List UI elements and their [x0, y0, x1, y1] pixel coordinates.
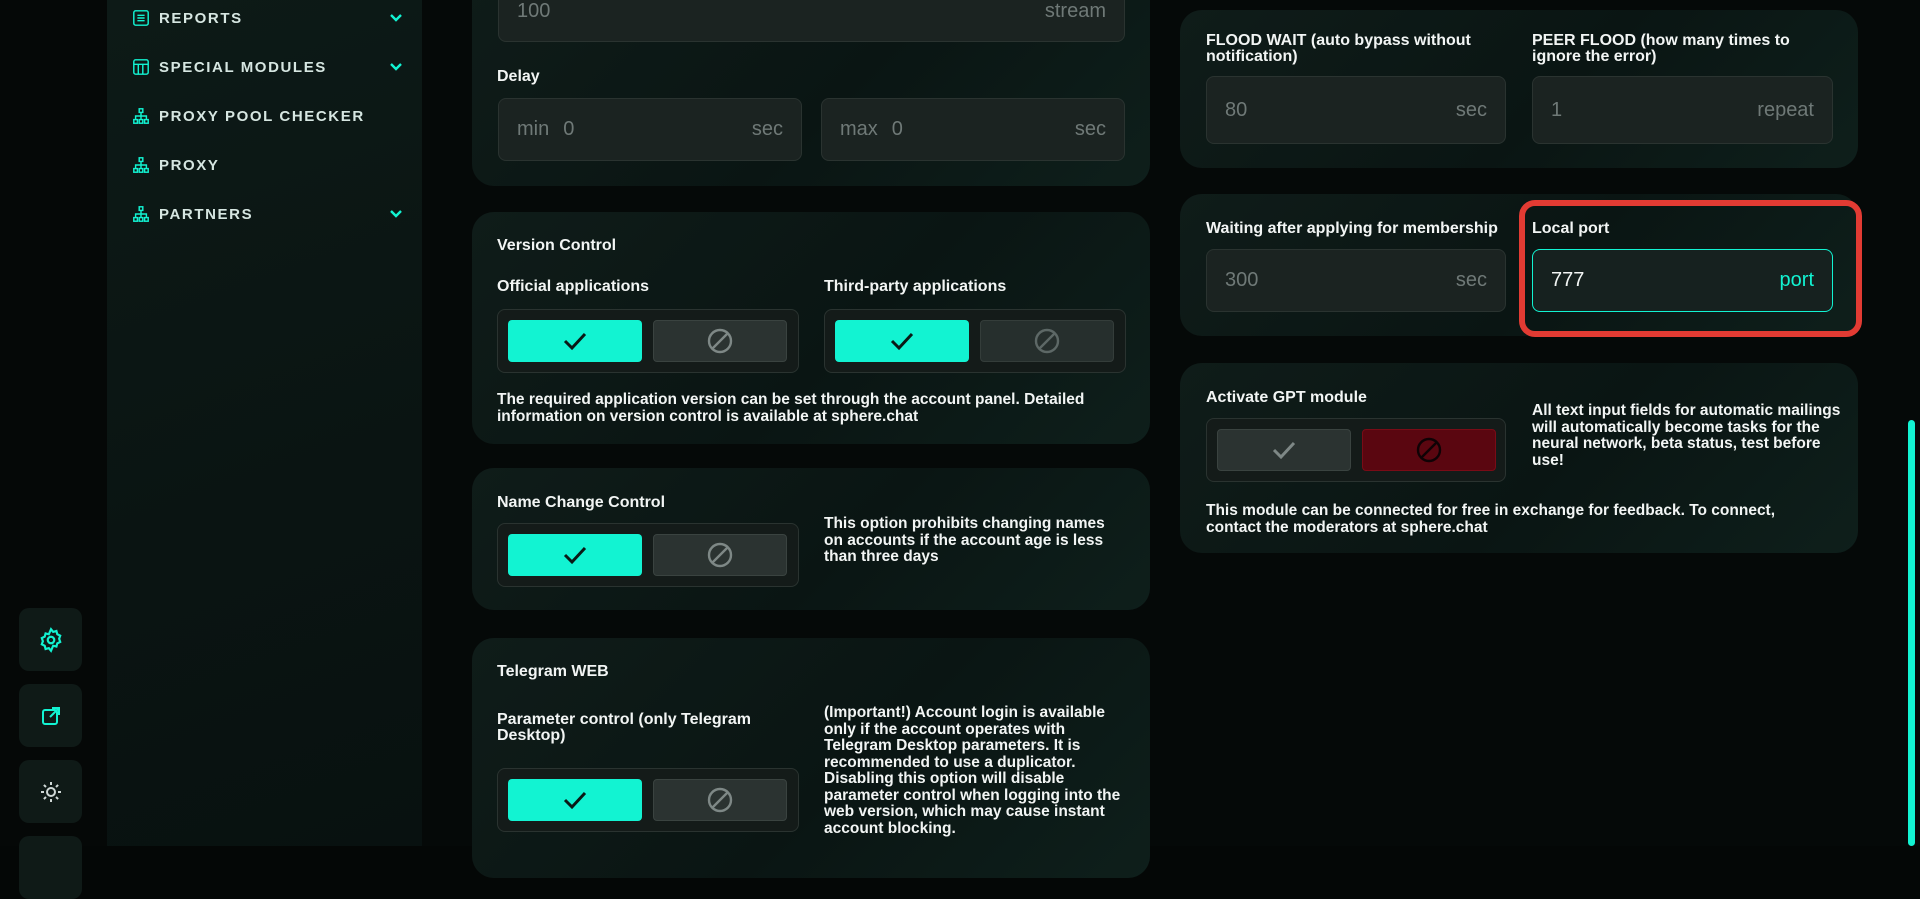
third-party-apps-label: Third-party applications: [824, 278, 1007, 295]
check-icon: [1272, 441, 1296, 460]
sidebar-item-partners[interactable]: PARTNERS: [131, 199, 406, 229]
check-icon: [563, 546, 587, 565]
name-change-toggle: [497, 523, 799, 587]
settings-button[interactable]: [19, 608, 82, 671]
highlight-box: [1519, 200, 1862, 337]
enable-button[interactable]: [508, 534, 642, 576]
check-icon: [890, 332, 914, 351]
sidebar-item-label: PARTNERS: [159, 205, 254, 223]
name-change-title: Name Change Control: [497, 494, 666, 511]
disable-button[interactable]: [1362, 429, 1496, 471]
telegram-web-note: (Important!) Account login is available …: [824, 704, 1121, 837]
sidebar-item-label: PROXY POOL CHECKER: [159, 107, 365, 125]
sidebar-item-proxy-pool-checker[interactable]: PROXY POOL CHECKER: [131, 101, 406, 131]
sidebar-item-special-modules[interactable]: SPECIAL MODULES: [131, 52, 406, 82]
check-icon: [563, 791, 587, 810]
disable-button[interactable]: [653, 779, 787, 821]
waiting-membership-value: 300: [1225, 269, 1259, 291]
waiting-membership-input[interactable]: 300 sec: [1206, 249, 1506, 312]
chevron-down-icon[interactable]: [386, 57, 406, 77]
enable-button[interactable]: [1217, 429, 1351, 471]
network-icon: [131, 204, 151, 224]
flood-wait-input[interactable]: 80 sec: [1206, 76, 1506, 144]
chevron-down-icon[interactable]: [386, 8, 406, 28]
block-icon: [707, 787, 733, 813]
external-link-icon: [41, 706, 60, 725]
delay-min-input[interactable]: min 0 sec: [498, 98, 802, 161]
gpt-toggle: [1206, 418, 1506, 482]
disable-button[interactable]: [653, 534, 787, 576]
flood-wait-unit: sec: [1455, 98, 1487, 121]
external-link-button[interactable]: [19, 684, 82, 747]
scrollbar-thumb[interactable]: [1908, 420, 1915, 846]
official-apps-toggle: [497, 309, 799, 373]
block-icon: [1034, 328, 1060, 354]
name-change-note: This option prohibits changing names on …: [824, 515, 1105, 565]
settings-gear-icon: [39, 626, 62, 653]
delay-max-prefix: max: [840, 118, 878, 140]
delay-max-value: 0: [891, 118, 903, 140]
telegram-web-title: Telegram WEB: [497, 663, 609, 680]
enable-button[interactable]: [508, 320, 642, 362]
threads-unit: stream: [1044, 0, 1106, 22]
disable-button[interactable]: [980, 320, 1114, 362]
third-party-apps-toggle: [824, 309, 1126, 373]
delay-min-unit: sec: [751, 118, 783, 140]
flood-wait-label: FLOOD WAIT (auto bypass without notifica…: [1206, 32, 1471, 65]
delay-label: Delay: [497, 68, 540, 85]
peer-flood-unit: repeat: [1757, 98, 1814, 121]
parameter-control-toggle: [497, 768, 799, 832]
threads-value: 100: [517, 0, 551, 22]
delay-max-unit: sec: [1074, 118, 1106, 140]
sidebar: REPORTS SPECIAL MODULES PROXY POOL CHECK…: [107, 0, 422, 846]
official-apps-label: Official applications: [497, 278, 650, 295]
enable-button[interactable]: [835, 320, 969, 362]
peer-flood-label: PEER FLOOD (how many times to ignore the…: [1532, 32, 1790, 65]
threads-input[interactable]: 100 stream: [498, 0, 1125, 42]
network-icon: [131, 155, 151, 175]
modules-icon: [131, 57, 151, 77]
sidebar-item-proxy[interactable]: PROXY: [131, 150, 406, 180]
delay-min-value: 0: [563, 118, 575, 140]
sidebar-item-label: SPECIAL MODULES: [159, 58, 327, 76]
peer-flood-input[interactable]: 1 repeat: [1532, 76, 1833, 144]
check-icon: [563, 332, 587, 351]
theme-sun-icon: [40, 781, 61, 802]
sidebar-item-reports[interactable]: REPORTS: [131, 3, 406, 33]
icon-rail: [0, 0, 107, 899]
network-icon: [131, 106, 151, 126]
scrollbar[interactable]: [1903, 0, 1920, 846]
delay-max-input[interactable]: max 0 sec: [821, 98, 1125, 161]
peer-flood-value: 1: [1551, 98, 1563, 121]
chevron-down-icon[interactable]: [386, 204, 406, 224]
sidebar-item-label: REPORTS: [159, 9, 243, 27]
sidebar-item-label: PROXY: [159, 156, 220, 174]
block-icon: [707, 542, 733, 568]
block-icon: [1416, 437, 1442, 463]
block-icon: [707, 328, 733, 354]
theme-toggle-button[interactable]: [19, 760, 82, 823]
report-icon: [131, 8, 151, 28]
parameter-control-label: Parameter control (only Telegram Desktop…: [497, 711, 751, 744]
enable-button[interactable]: [508, 779, 642, 821]
disable-button[interactable]: [653, 320, 787, 362]
waiting-membership-label: Waiting after applying for membership: [1206, 220, 1498, 237]
gpt-note: This module can be connected for free in…: [1206, 502, 1776, 536]
waiting-membership-unit: sec: [1455, 269, 1487, 291]
flood-wait-value: 80: [1225, 98, 1248, 121]
version-control-title: Version Control: [497, 237, 617, 254]
gpt-side-note: All text input fields for automatic mail…: [1532, 402, 1841, 469]
gpt-title: Activate GPT module: [1206, 389, 1367, 406]
rail-extra-button[interactable]: [19, 836, 82, 899]
delay-min-prefix: min: [517, 118, 550, 140]
version-control-note: The required application version can be …: [497, 391, 1085, 425]
